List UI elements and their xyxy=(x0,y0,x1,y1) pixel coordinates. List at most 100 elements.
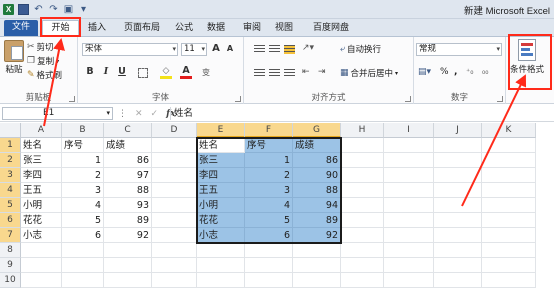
table-header-cell[interactable]: 姓名 xyxy=(21,138,62,153)
table-cell[interactable]: 4 xyxy=(245,198,293,213)
column-header-f[interactable]: F xyxy=(245,123,293,138)
table-cell[interactable] xyxy=(152,243,197,258)
row-header-2[interactable]: 2 xyxy=(0,153,21,168)
tab-review[interactable]: 审阅 xyxy=(239,21,265,35)
table-cell[interactable]: 86 xyxy=(104,153,152,168)
row-header-8[interactable]: 8 xyxy=(0,243,21,258)
align-center-icon[interactable] xyxy=(269,69,280,78)
undo-icon[interactable]: ↶ xyxy=(33,4,44,15)
table-cell[interactable] xyxy=(245,258,293,273)
table-cell[interactable]: 小明 xyxy=(197,198,245,213)
table-cell[interactable]: 6 xyxy=(62,228,104,243)
indent-decrease-icon[interactable]: ⇤ xyxy=(302,67,310,77)
table-cell[interactable] xyxy=(62,243,104,258)
table-cell[interactable] xyxy=(434,213,482,228)
table-cell[interactable] xyxy=(384,198,434,213)
column-header-i[interactable]: I xyxy=(384,123,434,138)
table-cell[interactable] xyxy=(482,228,536,243)
table-cell[interactable] xyxy=(384,228,434,243)
table-cell[interactable] xyxy=(434,228,482,243)
decrease-decimal-icon[interactable]: ₀₀ xyxy=(482,67,488,76)
column-header-j[interactable]: J xyxy=(434,123,482,138)
tab-data[interactable]: 数据 xyxy=(203,21,229,35)
table-cell[interactable] xyxy=(152,198,197,213)
table-cell[interactable] xyxy=(482,258,536,273)
table-cell[interactable]: 88 xyxy=(293,183,341,198)
table-cell[interactable] xyxy=(482,153,536,168)
column-header-h[interactable]: H xyxy=(341,123,384,138)
orientation-icon[interactable]: ↗▾ xyxy=(302,43,314,53)
column-header-g[interactable]: G xyxy=(293,123,341,138)
table-cell[interactable] xyxy=(384,258,434,273)
table-cell[interactable] xyxy=(104,243,152,258)
align-middle-icon[interactable] xyxy=(269,45,280,54)
cut-button[interactable]: ✂ 剪切 xyxy=(27,41,54,53)
table-cell[interactable] xyxy=(482,198,536,213)
table-cell[interactable] xyxy=(245,273,293,288)
table-cell[interactable] xyxy=(482,138,536,153)
number-format-combo[interactable]: 常规 ▾ xyxy=(416,43,502,56)
table-cell[interactable] xyxy=(341,258,384,273)
redo-icon[interactable]: ↷ xyxy=(48,4,59,15)
paste-button[interactable]: 粘贴 xyxy=(4,40,24,75)
table-cell[interactable] xyxy=(384,138,434,153)
column-header-e[interactable]: E xyxy=(197,123,245,138)
table-cell[interactable] xyxy=(434,153,482,168)
table-cell[interactable] xyxy=(341,138,384,153)
table-cell[interactable] xyxy=(152,183,197,198)
tab-file[interactable]: 文件 xyxy=(4,20,38,36)
table-cell[interactable]: 王五 xyxy=(197,183,245,198)
table-cell[interactable] xyxy=(434,258,482,273)
table-cell[interactable] xyxy=(152,168,197,183)
table-cell[interactable] xyxy=(104,258,152,273)
table-cell[interactable]: 张三 xyxy=(21,153,62,168)
table-cell[interactable]: 3 xyxy=(62,183,104,198)
currency-icon[interactable]: ▤▾ xyxy=(418,67,431,77)
column-header-b[interactable]: B xyxy=(62,123,104,138)
table-cell[interactable] xyxy=(434,243,482,258)
italic-button[interactable]: I xyxy=(100,66,112,77)
table-cell[interactable]: 94 xyxy=(293,198,341,213)
column-header-a[interactable]: A xyxy=(21,123,62,138)
table-cell[interactable]: 小明 xyxy=(21,198,62,213)
print-preview-icon[interactable]: ▣ xyxy=(63,4,74,15)
tab-baidu-netdisk[interactable]: 百度网盘 xyxy=(306,21,356,35)
align-top-icon[interactable] xyxy=(254,45,265,54)
percent-button[interactable]: % xyxy=(440,67,449,77)
table-cell[interactable] xyxy=(21,258,62,273)
table-cell[interactable] xyxy=(341,213,384,228)
table-cell[interactable] xyxy=(341,153,384,168)
table-cell[interactable]: 1 xyxy=(245,153,293,168)
table-cell[interactable] xyxy=(384,183,434,198)
table-cell[interactable]: 88 xyxy=(104,183,152,198)
increase-decimal-icon[interactable]: ⁺₀ xyxy=(466,67,473,76)
alignment-launcher-icon[interactable] xyxy=(405,96,411,102)
format-painter-button[interactable]: ✎ 格式刷 xyxy=(27,69,62,81)
table-cell[interactable] xyxy=(152,258,197,273)
worksheet-grid[interactable]: A B C D E F G H I J K 1 2 3 4 5 6 7 8 9 10 姓名 序号 成绩 张三 1 86 李四 2 97 王五… xyxy=(0,123,554,289)
table-cell[interactable] xyxy=(245,243,293,258)
cancel-icon[interactable]: ✕ xyxy=(135,109,143,119)
bold-button[interactable]: B xyxy=(84,66,96,77)
table-cell[interactable] xyxy=(104,273,152,288)
table-cell[interactable]: 6 xyxy=(245,228,293,243)
table-cell[interactable] xyxy=(152,228,197,243)
table-cell[interactable]: 5 xyxy=(245,213,293,228)
table-cell[interactable] xyxy=(21,243,62,258)
save-icon[interactable] xyxy=(18,4,29,15)
row-header-5[interactable]: 5 xyxy=(0,198,21,213)
borders-icon[interactable] xyxy=(138,68,148,78)
table-cell[interactable]: 90 xyxy=(293,168,341,183)
table-cell[interactable]: 93 xyxy=(104,198,152,213)
table-cell[interactable] xyxy=(482,213,536,228)
font-color-button[interactable]: A xyxy=(180,65,192,79)
table-cell[interactable] xyxy=(434,273,482,288)
row-header-6[interactable]: 6 xyxy=(0,213,21,228)
table-cell[interactable] xyxy=(341,243,384,258)
wrap-text-button[interactable]: ⤶ 自动换行 xyxy=(340,43,381,55)
table-cell[interactable] xyxy=(62,258,104,273)
table-cell[interactable] xyxy=(293,243,341,258)
row-header-1[interactable]: 1 xyxy=(0,138,21,153)
phonetic-icon[interactable]: 变 xyxy=(202,67,210,78)
table-cell[interactable] xyxy=(62,273,104,288)
